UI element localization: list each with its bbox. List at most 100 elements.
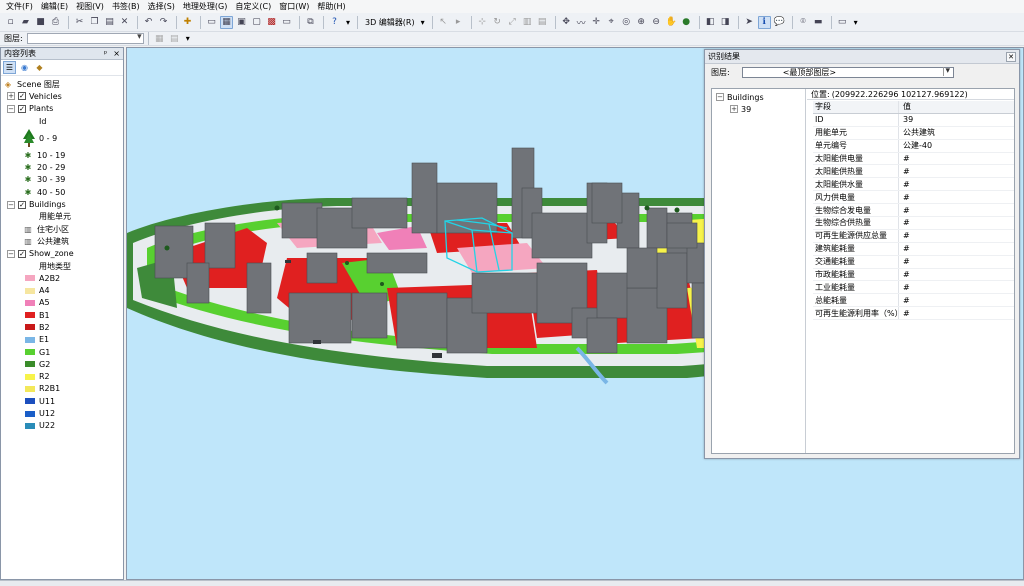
layer-visibility-checkbox[interactable]: ✓ (18, 104, 26, 113)
full-extent-icon[interactable]: ● (680, 16, 693, 29)
layer-tools-dropdown[interactable]: ▾ (183, 34, 193, 43)
attribute-row[interactable]: 交通能耗量 # (813, 255, 1014, 269)
list-by-visibility-icon[interactable]: ◆ (33, 61, 46, 74)
attribute-row[interactable]: ID 39 (813, 113, 1014, 127)
narrow-fov-icon[interactable]: ◧ (704, 16, 717, 29)
open-folder-icon[interactable]: ▰ (19, 16, 32, 29)
set-observer-icon[interactable]: ◎ (620, 16, 633, 29)
python-window-icon[interactable]: ▭ (280, 16, 293, 29)
toc-layer-buildings[interactable]: − ✓ Buildings (3, 198, 123, 210)
sketch-icon[interactable]: ▤ (536, 16, 549, 29)
undo-icon[interactable]: ↶ (142, 16, 155, 29)
3d-editor-dropdown-icon[interactable]: ▾ (418, 18, 428, 27)
attribute-row[interactable]: 用能单元 公共建筑 (813, 126, 1014, 140)
select-features-icon[interactable]: ➤ (743, 16, 756, 29)
help-icon[interactable]: ? (328, 16, 341, 29)
scene-properties-icon[interactable]: ▭ (205, 16, 218, 29)
scale-icon[interactable]: ⤢ (506, 16, 519, 29)
collapse-icon[interactable]: − (7, 104, 15, 113)
rotate-icon[interactable]: ↻ (491, 16, 504, 29)
zoom-in-icon[interactable]: ⊕ (635, 16, 648, 29)
attribute-row[interactable]: 总能耗量 # (813, 294, 1014, 308)
list-by-source-icon[interactable]: ◉ (18, 61, 31, 74)
toc-layer-show-zone[interactable]: − ✓ Show_zone (3, 248, 123, 260)
identify-layer-select[interactable]: <最顶部图层> (741, 66, 954, 78)
layer-visibility-checkbox[interactable]: ✓ (18, 249, 26, 258)
layer-visibility-checkbox[interactable]: ✓ (18, 200, 26, 209)
layer-visibility-checkbox[interactable]: ✓ (18, 92, 26, 101)
add-data-icon[interactable]: ✚ (181, 16, 194, 29)
model-builder-icon[interactable]: ⧉ (304, 16, 317, 29)
collapse-icon[interactable]: − (716, 93, 724, 101)
list-by-drawing-order-icon[interactable]: ☰ (3, 61, 16, 74)
fly-icon[interactable]: 〰 (575, 16, 588, 29)
layer-dropdown[interactable] (26, 32, 144, 44)
redo-icon[interactable]: ↷ (157, 16, 170, 29)
zoom-target-icon[interactable]: ⌖ (605, 16, 618, 29)
navigate-icon[interactable]: ✥ (560, 16, 573, 29)
arctoolbox-icon[interactable]: ▩ (265, 16, 278, 29)
target-center-icon[interactable]: ✛ (590, 16, 603, 29)
close-icon[interactable]: × (113, 49, 120, 58)
menu-item[interactable]: 书签(B) (110, 1, 146, 12)
attribute-row[interactable]: 工业能耗量 # (813, 281, 1014, 295)
identify-results-window[interactable]: 识别结果 ✕ 图层: <最顶部图层> − Buildings + 39 位置: … (704, 49, 1020, 459)
search-window-icon[interactable]: ▢ (250, 16, 263, 29)
attribute-row[interactable]: 太阳能供热量 # (813, 165, 1014, 179)
attribute-row[interactable]: 太阳能供水量 # (813, 178, 1014, 192)
menu-item[interactable]: 窗口(W) (277, 1, 315, 12)
toc-scene-root[interactable]: ◈ Scene 图层 (3, 78, 123, 90)
paste-icon[interactable]: ▤ (103, 16, 116, 29)
toc-layer-vehicles[interactable]: + ✓ Vehicles (3, 90, 123, 102)
tree-layer-node[interactable]: − Buildings (716, 91, 805, 103)
attribute-row[interactable]: 可再生能源利用率（%） # (813, 307, 1014, 321)
identify-icon[interactable]: ℹ (757, 15, 771, 29)
help-dropdown[interactable]: ▾ (343, 18, 353, 27)
cut-icon[interactable]: ✂ (73, 16, 86, 29)
edit-vertices-icon[interactable]: ▸ (452, 16, 465, 29)
save-icon[interactable]: ■ (34, 16, 47, 29)
catalog-icon[interactable]: ▣ (235, 16, 248, 29)
tree-feature-node[interactable]: + 39 (716, 103, 805, 115)
broaden-fov-icon[interactable]: ◨ (719, 16, 732, 29)
menu-item[interactable]: 编辑(E) (39, 1, 74, 12)
attribute-row[interactable]: 建筑能耗量 # (813, 242, 1014, 256)
collapse-icon[interactable]: − (7, 200, 15, 209)
attributes-icon[interactable]: ▥ (521, 16, 534, 29)
attribute-row[interactable]: 单元编号 公建-40 (813, 139, 1014, 153)
html-popup-icon[interactable]: 💬 (773, 16, 786, 29)
attribute-row[interactable]: 生物综合发电量 # (813, 204, 1014, 218)
layer-tool-2-icon[interactable]: ▤ (168, 32, 181, 45)
menu-item[interactable]: 选择(S) (146, 1, 181, 12)
menu-item[interactable]: 自定义(C) (233, 1, 277, 12)
copy-icon[interactable]: ❐ (88, 16, 101, 29)
attribute-row[interactable]: 生物综合供热量 # (813, 217, 1014, 230)
attribute-row[interactable]: 市政能耗量 # (813, 268, 1014, 282)
animation-icon[interactable]: ▭ (836, 16, 849, 29)
menu-item[interactable]: 视图(V) (74, 1, 110, 12)
collapse-icon[interactable]: − (7, 249, 15, 258)
attribute-row[interactable]: 太阳能供电量 # (813, 152, 1014, 166)
menu-item[interactable]: 帮助(H) (315, 1, 351, 12)
pin-icon[interactable]: ᵖ (104, 49, 107, 58)
edit-tool-icon[interactable]: ↖ (437, 16, 450, 29)
delete-icon[interactable]: ✕ (118, 16, 131, 29)
menu-item[interactable]: 地理处理(G) (181, 1, 233, 12)
zoom-out-icon[interactable]: ⊖ (650, 16, 663, 29)
move-icon[interactable]: ⊹ (476, 16, 489, 29)
find-binoculars-icon[interactable]: ⌾ (797, 16, 810, 29)
measure-icon[interactable]: ▬ (812, 16, 825, 29)
attribute-row[interactable]: 风力供电量 # (813, 191, 1014, 205)
toc-layer-plants[interactable]: − ✓ Plants (3, 103, 123, 115)
expand-icon[interactable]: + (730, 105, 738, 113)
expand-icon[interactable]: + (7, 92, 15, 101)
animation-dropdown[interactable]: ▾ (851, 18, 861, 27)
pan-hand-icon[interactable]: ✋ (665, 16, 678, 29)
table-of-contents-icon[interactable]: ▦ (220, 15, 233, 29)
attribute-row[interactable]: 可再生能源供应总量 # (813, 229, 1014, 243)
3d-editor-menu[interactable]: 3D 编辑器(R) (362, 17, 418, 28)
layer-tool-icon[interactable]: ▦ (153, 32, 166, 45)
menu-item[interactable]: 文件(F) (4, 1, 39, 12)
print-icon[interactable]: ⎙ (49, 16, 62, 29)
new-document-icon[interactable]: ▫ (4, 16, 17, 29)
